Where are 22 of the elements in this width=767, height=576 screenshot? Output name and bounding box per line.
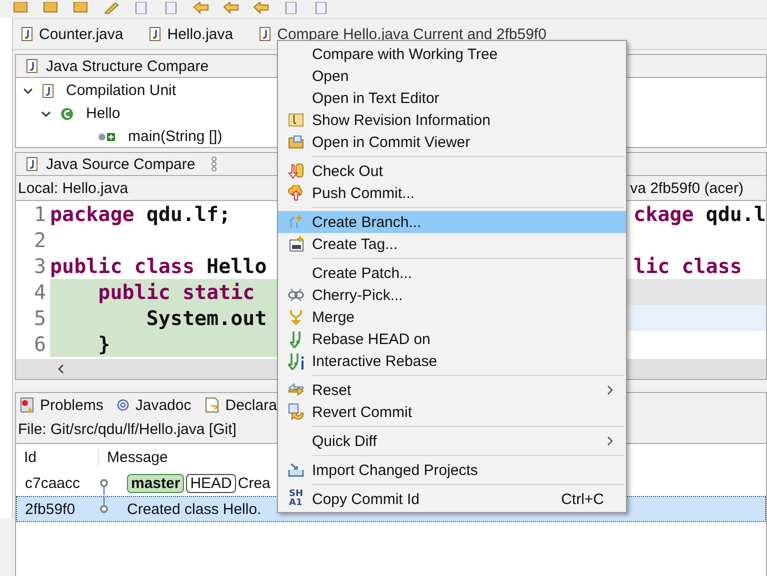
code-line: ckage qdu.l	[634, 202, 766, 226]
code-line: public static	[97, 280, 255, 304]
code-line: }	[97, 332, 110, 356]
sha-icon: SH A1	[288, 490, 303, 508]
pane-label: Local: Hello.java	[18, 180, 128, 196]
line-number: 5	[16, 305, 50, 331]
shortcut-label: Ctrl+C	[561, 490, 604, 508]
code-line: lic class	[634, 254, 742, 278]
line-number: 6	[16, 331, 50, 357]
commit-id: 2fb59f0	[24, 500, 76, 518]
ref-label: HEAD	[186, 474, 236, 492]
code-line: package qdu.lf;	[50, 202, 231, 226]
panel-title: Java Source Compare	[46, 156, 196, 172]
branch-label: master	[127, 474, 184, 492]
commit-message: Created class Hello.	[127, 500, 262, 518]
pane-label: va 2fb59f0 (acer)	[630, 180, 744, 196]
code-line: public class Hello	[50, 254, 267, 278]
commit-id: c7caacc	[24, 474, 82, 492]
code-line: System.out	[145, 306, 267, 330]
commit-message: Crea	[238, 474, 270, 492]
line-number: 4	[16, 279, 50, 305]
panel-title: Java Structure Compare	[46, 58, 209, 74]
